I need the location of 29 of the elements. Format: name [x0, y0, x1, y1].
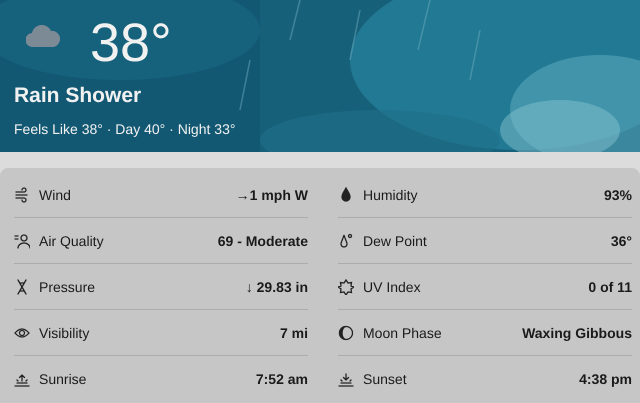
detail-value: 93% [604, 186, 632, 202]
detail-label: UV Index [363, 278, 422, 294]
temperature-summary: Feels Like 38° · Day 40° · Night 33° [14, 121, 236, 137]
detail-value: 36° [610, 232, 632, 248]
temperature: 38° [90, 12, 172, 74]
detail-label: Air Quality [39, 232, 105, 248]
detail-label: Dew Point [363, 232, 428, 248]
condition: Rain Shower [14, 84, 142, 108]
detail-value: 69 - Moderate [218, 232, 308, 248]
detail-label: Visibility [39, 324, 90, 340]
detail-label: Pressure [39, 278, 96, 294]
detail-value: →1 mph W [236, 186, 308, 202]
detail-value: Waxing Gibbous [522, 324, 632, 340]
detail-value: ↓ 29.83 in [246, 278, 308, 294]
detail-value: 7 mi [280, 324, 308, 340]
detail-label: Sunset [363, 370, 408, 386]
sun-icon [338, 278, 354, 294]
detail-label: Wind [39, 186, 72, 202]
detail-label: Moon Phase [363, 324, 443, 340]
cloud-icon [26, 25, 60, 47]
detail-value: 7:52 am [256, 370, 308, 386]
moon-icon [338, 324, 354, 340]
detail-value: 0 of 11 [588, 278, 632, 294]
person-icon [14, 232, 30, 248]
detail-label: Sunrise [39, 370, 88, 386]
sunset-icon [338, 370, 354, 386]
wind-icon [14, 186, 30, 202]
detail-value: 4:38 pm [579, 370, 632, 386]
detail-label: Humidity [363, 186, 418, 202]
